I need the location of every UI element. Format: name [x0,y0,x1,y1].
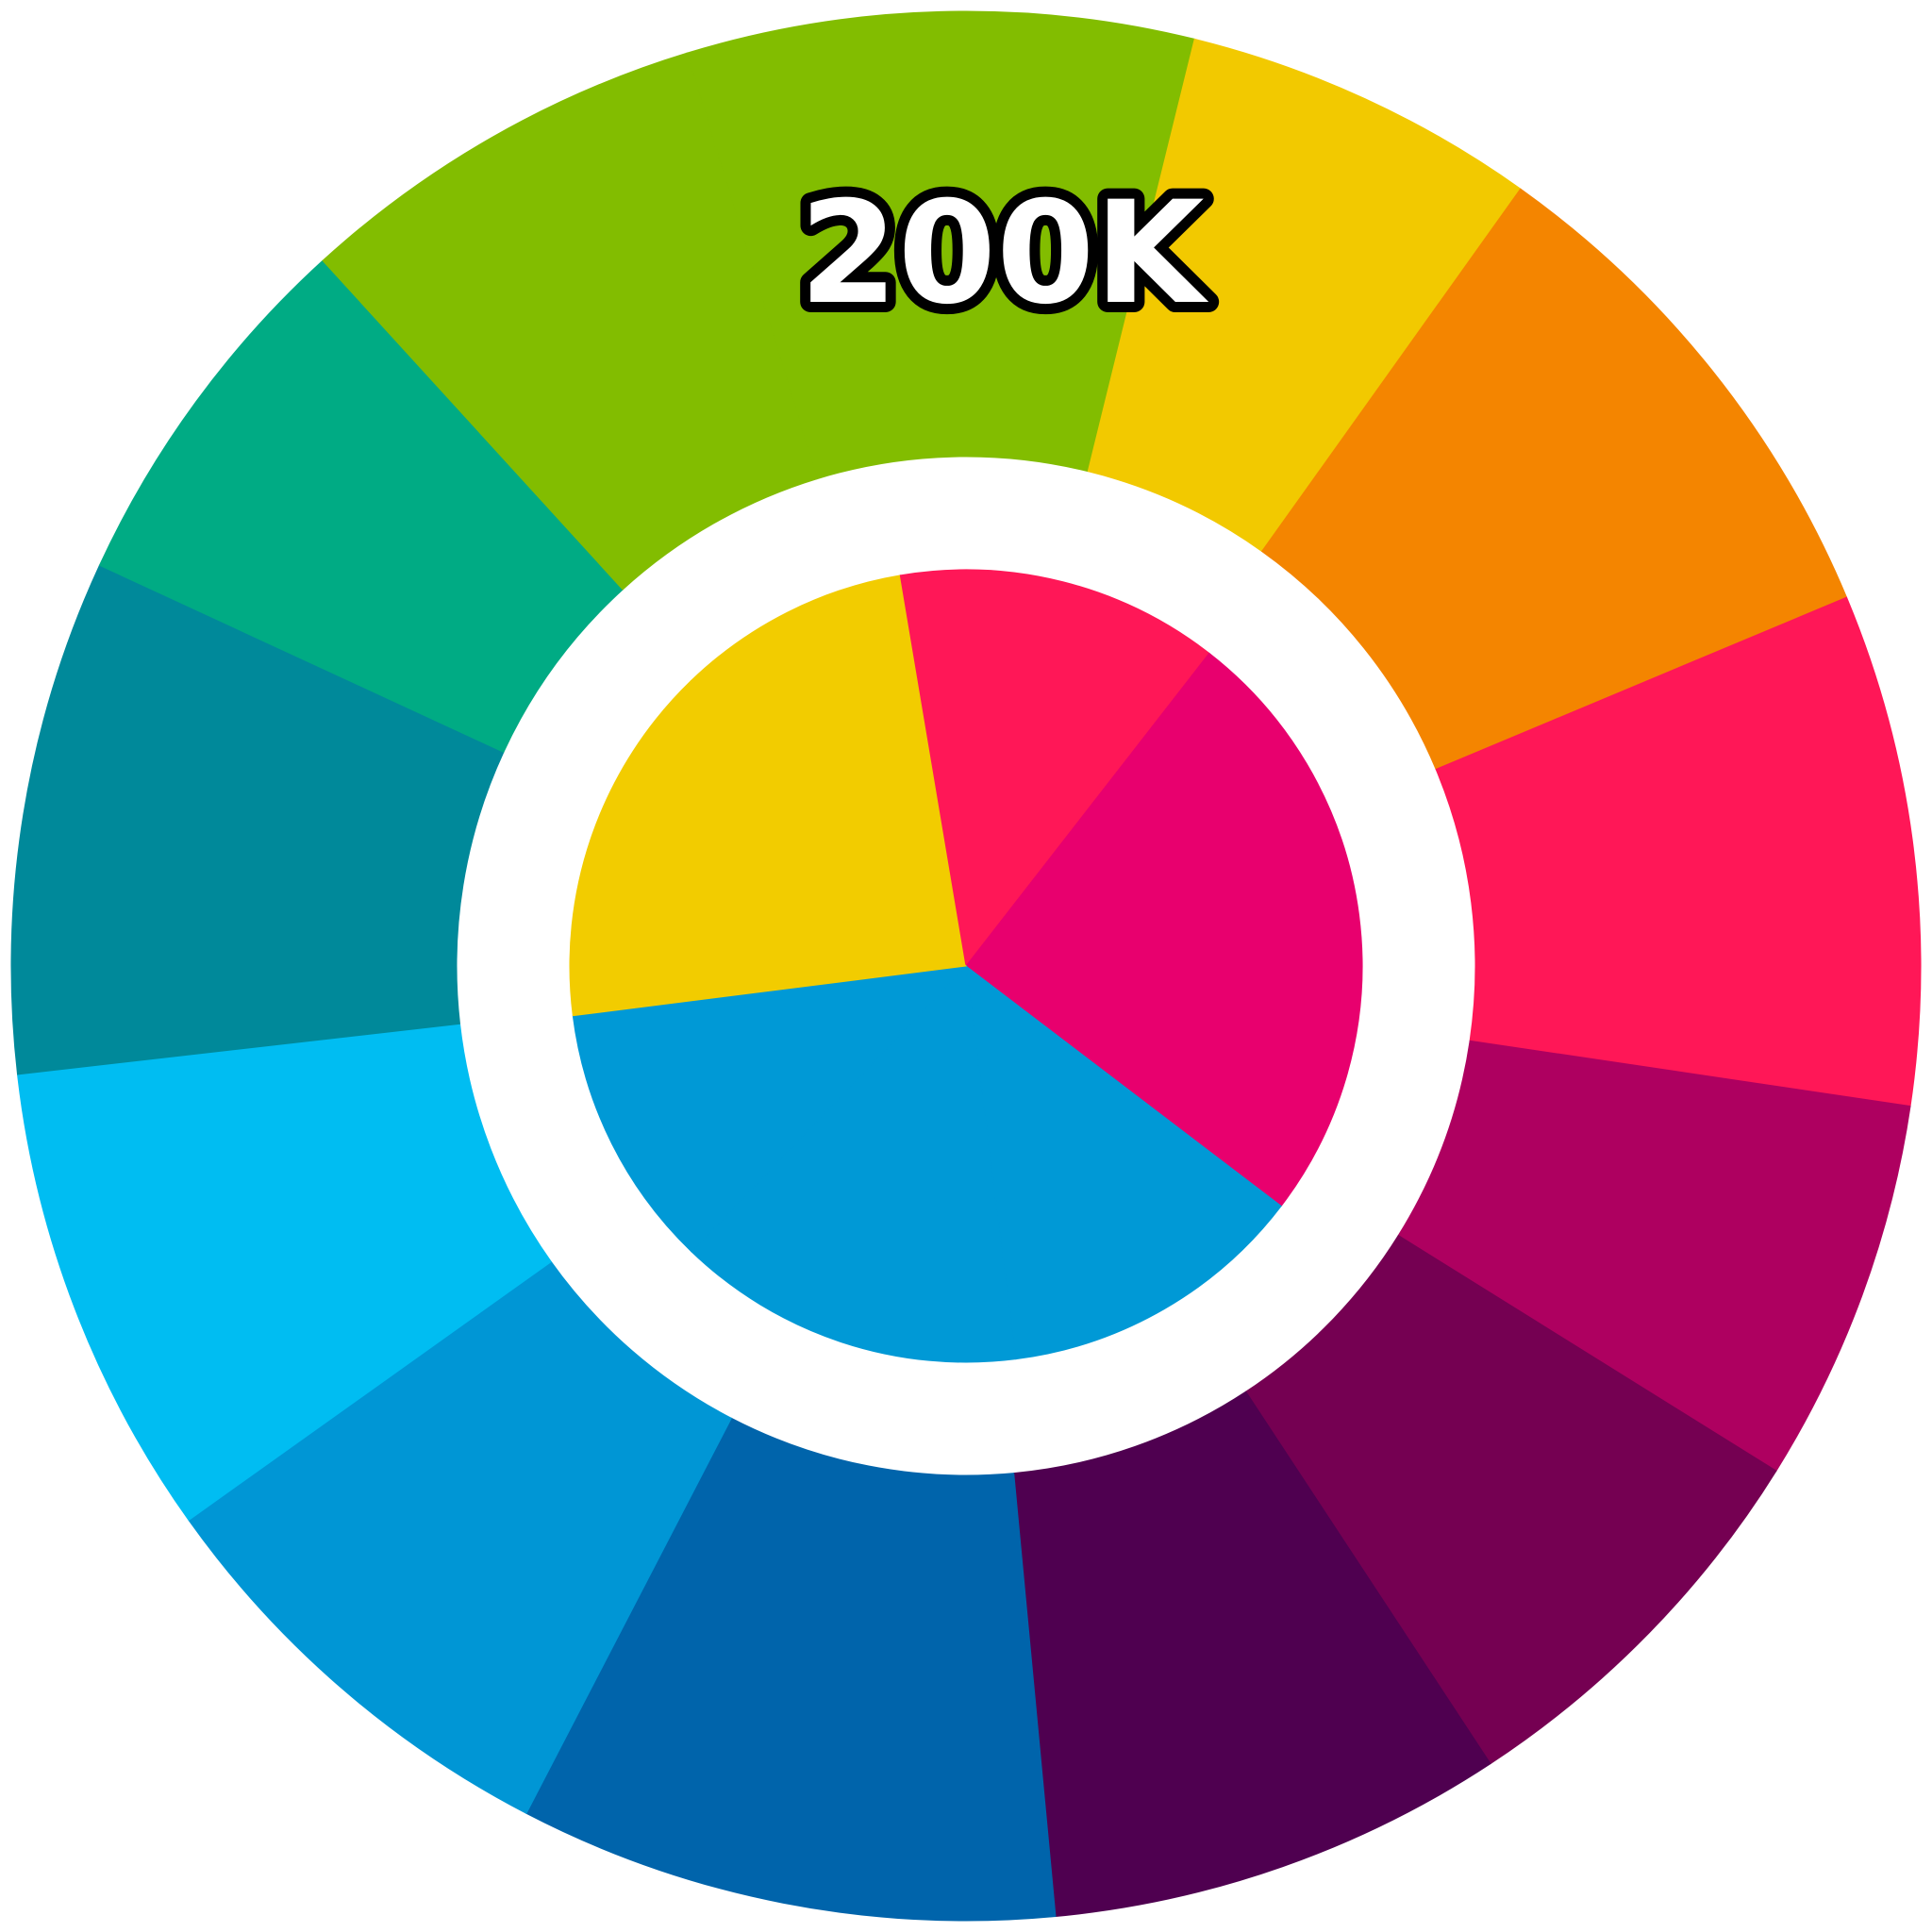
sunburst-svg: 200K [10,10,1922,1922]
data-labels: 200K [789,161,1219,346]
data-label-200k: 200K [799,172,1208,336]
sunburst-chart: 200K [0,0,1932,1932]
inner-ring [569,569,1363,1363]
